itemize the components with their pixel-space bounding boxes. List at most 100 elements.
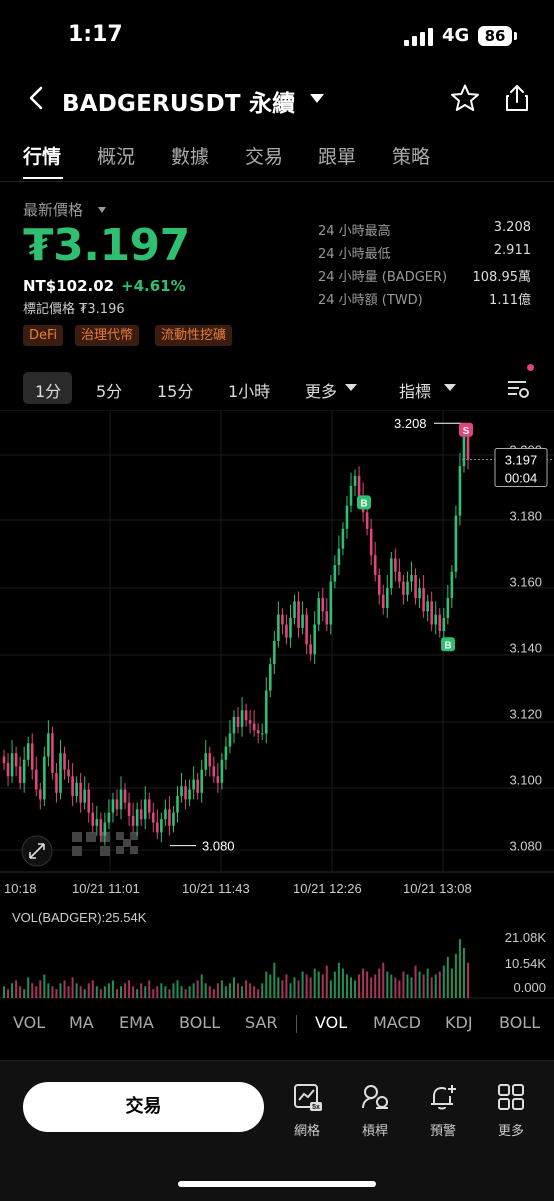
grid-bot-button[interactable]: 5x 網格 [279, 1082, 335, 1139]
chevron-down-icon[interactable] [345, 384, 357, 392]
volume-bar [289, 983, 292, 998]
tag-defi[interactable]: DeFi [23, 325, 64, 346]
tab-strategy[interactable]: 策略 [392, 142, 430, 169]
candle [422, 588, 425, 612]
volume-bar [293, 977, 296, 998]
indicator-ma[interactable]: MA [69, 1013, 94, 1032]
last-price-label[interactable]: 最新價格 [23, 199, 83, 220]
interval-more[interactable]: 更多 [305, 378, 337, 402]
indicator-sar[interactable]: SAR [245, 1013, 278, 1032]
leverage-button[interactable]: 槓桿 [347, 1082, 403, 1139]
volume-bar [75, 983, 78, 998]
indicator-kdj[interactable]: KDJ [445, 1013, 473, 1032]
candle [309, 644, 312, 655]
volume-bar [253, 986, 256, 998]
volume-bar [51, 986, 54, 998]
candle [111, 799, 115, 813]
volume-bar [172, 983, 175, 998]
candlestick-chart[interactable]: 3.2003.1803.1603.1403.1203.1003.08010:18… [0, 410, 554, 910]
trade-button[interactable]: 交易 [23, 1082, 264, 1132]
volume-bar [317, 971, 320, 998]
pair-title[interactable]: BADGERUSDT 永續 [62, 84, 295, 118]
indicator-sub-boll[interactable]: BOLL [499, 1013, 540, 1032]
candle [297, 601, 300, 628]
candle [6, 763, 10, 777]
candle [95, 819, 99, 826]
volume-bar [11, 983, 14, 998]
volume-bar [107, 983, 110, 998]
stat-label: 24 小時最高 [318, 224, 391, 239]
chevron-down-icon[interactable] [98, 207, 106, 213]
tab-copy-trading[interactable]: 跟單 [318, 142, 356, 169]
candle [2, 756, 6, 764]
indicator-macd[interactable]: MACD [373, 1013, 421, 1032]
y-tick-label: 3.080 [509, 839, 542, 854]
volume-bar [220, 980, 223, 998]
trade-marker-label: B [360, 498, 367, 509]
candle [426, 601, 429, 612]
chart-settings-icon[interactable] [506, 378, 530, 400]
mark-price: 標記價格 ₮3.196 [23, 302, 125, 317]
candle [208, 753, 212, 767]
candle [14, 753, 18, 767]
interval-1m[interactable]: 1分 [35, 378, 61, 402]
x-tick-label: 10/21 12:26 [293, 881, 362, 896]
alert-button[interactable]: 預警 [415, 1082, 471, 1139]
more-button[interactable]: 更多 [483, 1082, 539, 1139]
volume-bar [67, 986, 70, 998]
volume-bar [156, 986, 159, 998]
star-icon[interactable] [450, 83, 480, 113]
interval-1h[interactable]: 1小時 [228, 378, 270, 402]
indicators-button[interactable]: 指標 [399, 378, 431, 402]
volume-bar [228, 983, 231, 998]
watermark-block [100, 846, 110, 856]
candle [147, 799, 151, 813]
back-icon[interactable] [26, 85, 48, 111]
current-price-label: 3.197 [505, 453, 538, 468]
volume-bar [458, 939, 461, 998]
chevron-down-icon[interactable] [310, 94, 324, 103]
share-icon[interactable] [503, 83, 531, 113]
tab-trade[interactable]: 交易 [245, 142, 283, 169]
volume-bar [168, 989, 171, 998]
chevron-down-icon[interactable] [444, 384, 456, 392]
volume-chart[interactable]: VOL(BADGER):25.54K 21.08K 10.54K 0.000 [0, 908, 554, 1003]
interval-15m[interactable]: 15分 [157, 378, 193, 402]
volume-bar [382, 962, 385, 998]
candle [337, 548, 341, 566]
candle [59, 753, 62, 793]
candle [434, 614, 438, 625]
indicator-sub-vol[interactable]: VOL [315, 1013, 347, 1032]
indicator-vol[interactable]: VOL [13, 1013, 45, 1032]
candle [34, 769, 38, 790]
indicator-boll[interactable]: BOLL [179, 1013, 220, 1032]
y-tick-label: 3.160 [509, 575, 542, 590]
volume-bar [446, 956, 449, 998]
x-tick-label: 10/21 11:01 [72, 881, 140, 896]
candle [454, 515, 458, 572]
expand-chart-button[interactable] [21, 835, 53, 867]
volume-bar [386, 971, 389, 998]
volume-bar [140, 983, 143, 998]
candle [135, 809, 139, 826]
x-tick-label: 10/21 13:08 [403, 881, 472, 896]
volume-bar [370, 977, 373, 998]
candle [390, 558, 393, 589]
indicator-ema[interactable]: EMA [119, 1013, 154, 1032]
tab-market[interactable]: 行情 [23, 142, 61, 169]
volume-bar [430, 977, 433, 998]
tab-overview[interactable]: 概況 [97, 142, 135, 169]
candle [200, 769, 204, 793]
watermark-block [116, 832, 124, 840]
tag-governance[interactable]: 治理代幣 [75, 325, 140, 346]
home-indicator [178, 1181, 376, 1187]
interval-5m[interactable]: 5分 [96, 378, 122, 402]
candle [321, 598, 325, 612]
volume-bar [358, 974, 361, 998]
tab-data[interactable]: 數據 [171, 142, 209, 169]
alert-label: 預警 [429, 1124, 456, 1139]
candle [216, 776, 220, 783]
more-grid-icon [498, 1084, 524, 1110]
tag-liquidity-mining[interactable]: 流動性挖礦 [155, 325, 233, 346]
candle [256, 730, 260, 734]
